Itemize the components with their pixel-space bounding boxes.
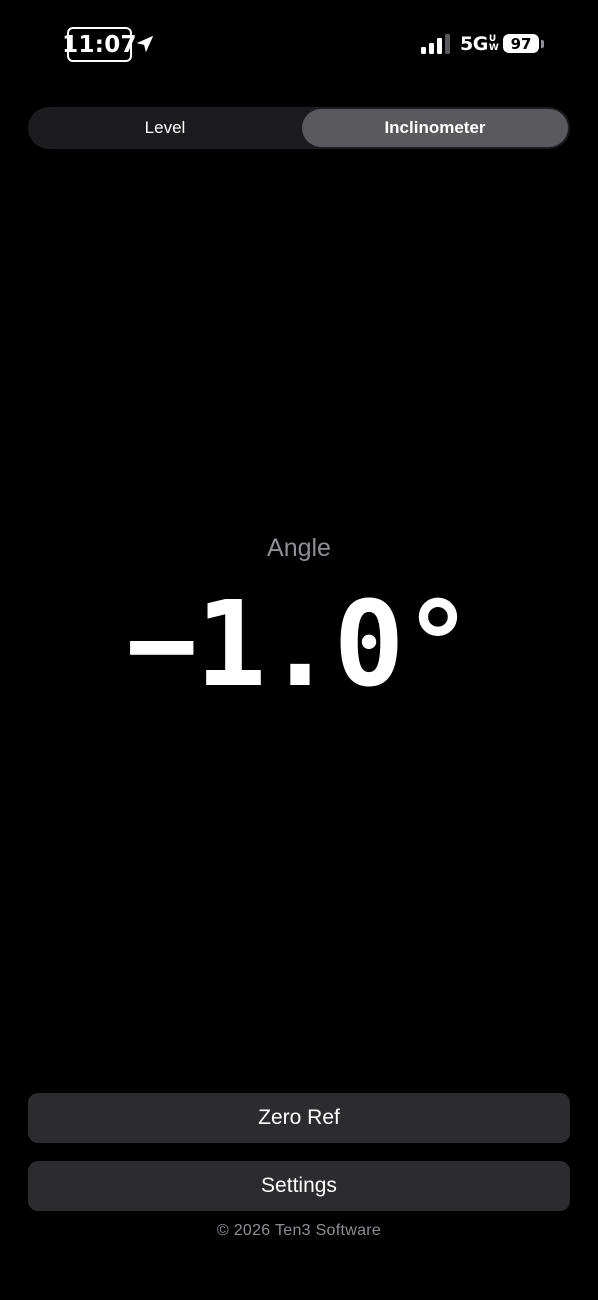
battery-cap [541,40,544,48]
cellular-signal-icon [421,34,450,54]
network-suffix: U W [488,35,499,53]
tab-level[interactable]: Level [30,109,300,147]
battery-icon: 97 [503,34,539,53]
battery-level: 97 [510,34,532,53]
network-type: 5G U W [460,31,499,57]
location-arrow-icon [136,35,154,53]
angle-value: −1.0° [126,575,473,713]
angle-label: Angle [267,534,331,562]
status-time[interactable]: 11:07 [62,27,137,62]
mode-segmented-control: Level Inclinometer [28,107,570,149]
copyright-footer: © 2026 Ten3 Software [216,1222,382,1239]
tab-inclinometer[interactable]: Inclinometer [302,109,568,147]
network-suffix-bottom: W [488,43,499,53]
settings-button[interactable]: Settings [28,1161,570,1211]
zero-ref-button[interactable]: Zero Ref [28,1093,570,1143]
network-label: 5G [460,33,488,55]
status-bar: 11:07 5G U W 97 [0,0,598,88]
